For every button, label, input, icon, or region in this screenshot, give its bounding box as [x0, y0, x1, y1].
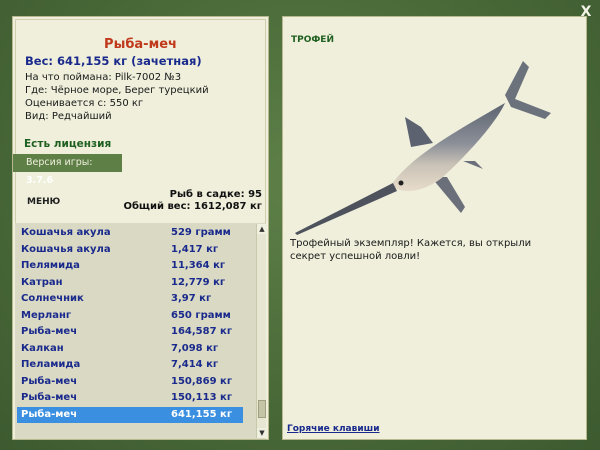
- catch-list-item[interactable]: Пеламида 7,414 кг: [17, 357, 243, 373]
- fish-name: Рыба-меч: [104, 37, 177, 52]
- catch-item-name: Солнечник: [21, 293, 84, 304]
- catch-item-weight: 164,587 кг: [171, 326, 233, 337]
- menu-button[interactable]: МЕНЮ: [27, 197, 60, 207]
- catch-item-name: Пелямида: [21, 260, 80, 271]
- catch-item-name: Катран: [21, 276, 63, 288]
- catch-item-weight: 1,417 кг: [171, 243, 219, 255]
- catch-list-item[interactable]: Рыба-меч 641,155 кг: [17, 406, 243, 423]
- catch-list-item[interactable]: Мерланг 650 грамм: [17, 308, 243, 324]
- catch-item-name: Кошачья акула: [21, 243, 111, 255]
- swordfish-image: [295, 61, 551, 235]
- fish-weight: Вес: 641,155 кг (зачетная): [25, 54, 202, 68]
- trophy-panel: ТРОФЕЙ Трофейный экземпляр! Кажется, вы …: [282, 16, 587, 440]
- catch-list-item[interactable]: Рыба-меч 150,869 кг: [17, 374, 243, 390]
- scroll-up-icon[interactable]: ▲: [257, 224, 266, 234]
- catch-item-weight: 650 грамм: [171, 309, 231, 321]
- catch-item-name: Рыба-меч: [21, 375, 78, 387]
- valued-detail: Оценивается с: 550 кг: [25, 98, 144, 109]
- catch-list-item[interactable]: Кошачья акула 1,417 кг: [17, 242, 243, 258]
- catch-list-item[interactable]: Рыба-меч 150,113 кг: [17, 390, 243, 406]
- catch-list-item[interactable]: Кошачья акула 529 грамм: [17, 225, 243, 241]
- catch-list[interactable]: Рыба-меч 641,155 кг Рыба-меч 150,113 кг Рыба…: [15, 223, 266, 439]
- catch-list-scrollbar[interactable]: ▲ ▼: [256, 224, 266, 438]
- catch-item-name: Рыба-меч: [21, 392, 78, 403]
- catch-item-weight: 11,364 кг: [171, 260, 226, 271]
- trophy-message: Трофейный экземпляр! Кажется, вы открыли…: [290, 238, 532, 262]
- catch-item-weight: 641,155 кг: [171, 408, 233, 420]
- catch-item-weight: 150,869 кг: [171, 375, 233, 387]
- catch-item-name: Кошачья акула: [21, 227, 111, 238]
- catch-item-name: Рыба-меч: [21, 408, 78, 420]
- hotkeys-link[interactable]: Горячие клавиши: [287, 424, 380, 434]
- catch-item-name: Мерланг: [21, 309, 72, 321]
- catch-item-name: Рыба-меч: [21, 326, 78, 337]
- kind-detail: Вид: Редчайший: [25, 111, 112, 122]
- catch-item-weight: 7,414 кг: [171, 359, 219, 370]
- catch-item-name: Калкан: [21, 342, 64, 354]
- scroll-down-icon[interactable]: ▼: [257, 428, 266, 438]
- scroll-thumb[interactable]: [258, 400, 266, 418]
- catch-item-weight: 7,098 кг: [171, 342, 219, 354]
- license-status: Есть лицензия: [24, 138, 112, 150]
- version-value: 3.7.6: [26, 175, 54, 186]
- catch-list-item[interactable]: Солнечник 3,97 кг: [17, 291, 243, 307]
- location-detail: Где: Чёрное море, Берег турецкий: [25, 85, 209, 96]
- version-label: Версия игры:: [26, 157, 93, 168]
- catch-item-weight: 3,97 кг: [171, 293, 212, 304]
- catch-list-item[interactable]: Катран 12,779 кг: [17, 275, 243, 291]
- catch-item-weight: 12,779 кг: [171, 276, 226, 288]
- catch-item-weight: 529 грамм: [171, 227, 231, 238]
- fish-count: Рыб в садке: 95: [169, 189, 262, 200]
- catch-item-weight: 150,113 кг: [171, 392, 233, 403]
- keepnet-stats: Рыб в садке: 95 Общий вес: 1612,087 кг: [123, 189, 262, 213]
- catch-info-panel: Рыба-меч Вес: 641,155 кг (зачетная) На ч…: [12, 16, 269, 440]
- version-bar: Версия игры: 3.7.6: [13, 154, 122, 186]
- catch-list-item[interactable]: Калкан 7,098 кг: [17, 341, 243, 357]
- caught-on-detail: На что поймана: Pilk-7002 №3: [25, 72, 182, 83]
- catch-item-name: Пеламида: [21, 359, 81, 370]
- catch-list-item[interactable]: Пелямида 11,364 кг: [17, 258, 243, 274]
- catch-list-item[interactable]: Рыба-меч 164,587 кг: [17, 324, 243, 340]
- total-weight: Общий вес: 1612,087 кг: [123, 201, 262, 212]
